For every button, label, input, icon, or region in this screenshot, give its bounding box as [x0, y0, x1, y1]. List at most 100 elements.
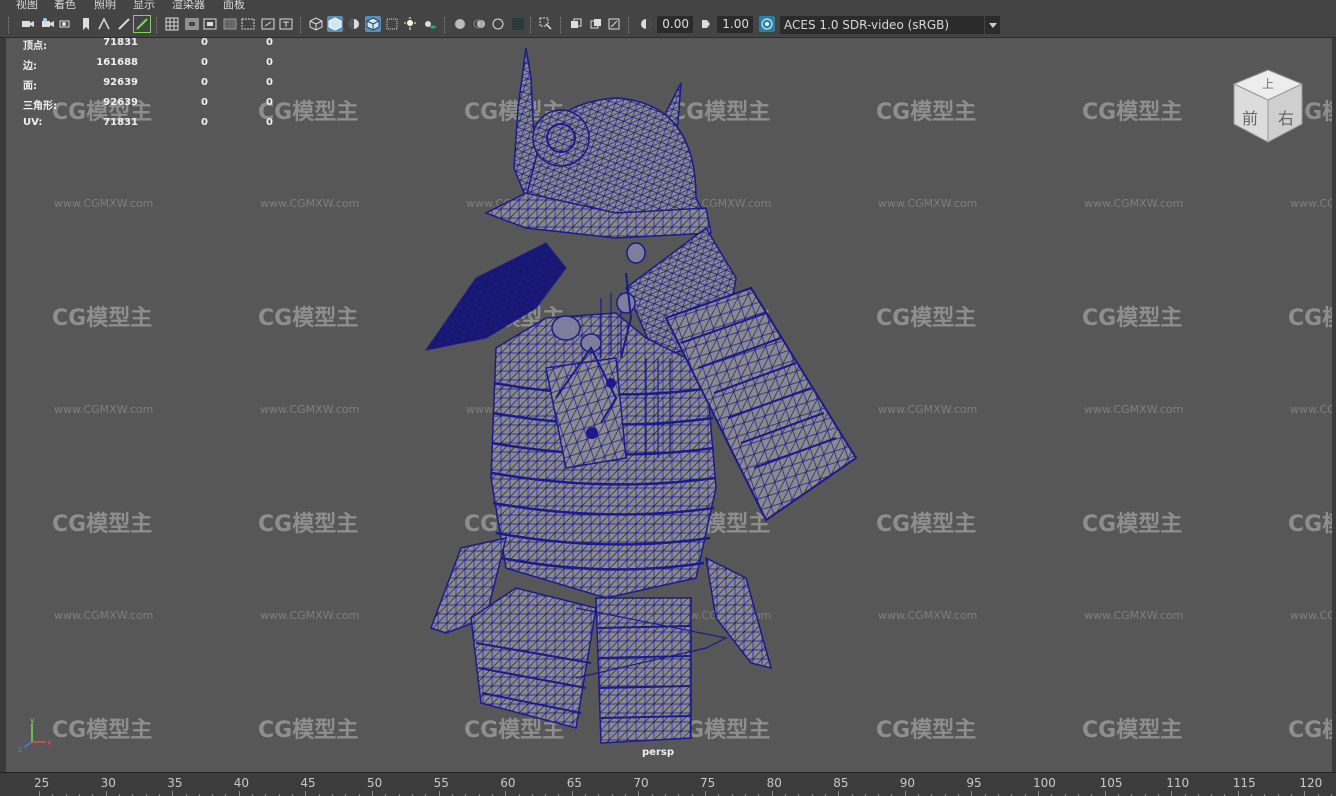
- use-all-lights-icon[interactable]: [402, 16, 418, 32]
- timeline-tick: [1104, 791, 1106, 796]
- timeline-tick: [238, 791, 240, 796]
- chevron-down-icon[interactable]: [984, 16, 1000, 34]
- timeline-tick-label: 75: [700, 776, 716, 790]
- timeline-tick: [971, 791, 973, 796]
- toolbar-separator: [444, 17, 446, 33]
- panel-menu-bar: 视图 着色 照明 显示 渲染器 面板: [0, 0, 1336, 12]
- timeline-tick: [771, 791, 773, 796]
- wireframe-icon[interactable]: [308, 16, 324, 32]
- timeline-tick-label: 30: [100, 776, 116, 790]
- color-space-dropdown[interactable]: ACES 1.0 SDR-video (sRGB): [780, 16, 1000, 34]
- 2d-pan-zoom-icon[interactable]: [133, 15, 151, 33]
- timeline-tick: [1304, 791, 1306, 796]
- toolbar-separator: [300, 17, 302, 33]
- timeline-tick: [1237, 791, 1239, 796]
- timeline-tick-label: 80: [766, 776, 782, 790]
- timeline-tick-label: 65: [566, 776, 583, 790]
- toolbar-separator: [560, 17, 562, 33]
- toolbar-separator: [628, 17, 630, 33]
- axis-gizmo: y x z: [18, 716, 52, 754]
- toolbar-separator: [8, 17, 10, 33]
- timeline-tick-label: 25: [34, 776, 50, 790]
- field-chart-icon[interactable]: [240, 16, 256, 32]
- toolbar-separator: [530, 17, 532, 33]
- timeline-tick: [638, 791, 640, 796]
- xray-icon[interactable]: [384, 16, 400, 32]
- timeline-tick: [1171, 791, 1173, 796]
- timeline-tick-label: 55: [433, 776, 449, 790]
- resolution-gate-icon[interactable]: [202, 16, 218, 32]
- timeline-tick-label: 50: [367, 776, 383, 790]
- timeline-tick: [172, 791, 174, 796]
- timeline-tick-label: 70: [633, 776, 649, 790]
- timeline-tick-label: 40: [233, 776, 250, 790]
- timeline-tick: [1038, 791, 1039, 796]
- color-space-label: ACES 1.0 SDR-video (sRGB): [784, 18, 950, 32]
- depth-of-field-icon[interactable]: [510, 16, 526, 32]
- timeline-tick-label: 45: [300, 776, 316, 790]
- image-plane-icon[interactable]: [96, 16, 112, 32]
- motion-blur-icon[interactable]: [472, 16, 488, 32]
- film-gate-icon[interactable]: [184, 16, 200, 32]
- gamma-icon[interactable]: [698, 16, 714, 32]
- timeline-tick: [705, 791, 706, 796]
- wireframe-on-shaded-icon[interactable]: [365, 16, 381, 32]
- safe-title-icon[interactable]: [278, 16, 294, 32]
- smooth-shade-icon[interactable]: [327, 16, 343, 32]
- exposure-icon[interactable]: [638, 16, 654, 32]
- panel-toolbar: 0.00 1.00 ACES 1.0 SDR-video (sRGB): [0, 12, 1336, 38]
- timeline-tick: [105, 791, 107, 796]
- camera-name-label: persp: [642, 747, 674, 758]
- isolate-select-icon[interactable]: [538, 16, 554, 32]
- timeline-tick-label: 85: [833, 776, 849, 790]
- timeline-tick: [571, 791, 573, 796]
- timeline-tick-label: 90: [899, 776, 916, 790]
- xray-joints-icon[interactable]: [568, 16, 584, 32]
- menu-lighting[interactable]: 照明: [94, 0, 116, 12]
- backface-culling-icon[interactable]: [606, 16, 622, 32]
- timeline-tick: [305, 791, 307, 796]
- viewcube-front-label: 前: [1242, 109, 1258, 128]
- grid-icon[interactable]: [164, 16, 180, 32]
- exposure-field[interactable]: 0.00: [657, 16, 693, 33]
- timeline-tick: [505, 791, 507, 796]
- gate-mask-icon[interactable]: [222, 16, 238, 32]
- timeline-tick: [838, 791, 840, 796]
- anti-aliasing-icon[interactable]: [490, 16, 506, 32]
- timeline-tick: [438, 791, 440, 796]
- menu-shading[interactable]: 着色: [54, 0, 76, 12]
- samurai-armor-wireframe-model[interactable]: [6, 38, 1332, 772]
- xray-active-components-icon[interactable]: [588, 16, 604, 32]
- gamma-field[interactable]: 1.00: [717, 16, 753, 33]
- bookmark-icon[interactable]: [78, 16, 94, 32]
- timeline-tick-label: 35: [167, 776, 183, 790]
- viewcube-right-label: 右: [1278, 109, 1294, 128]
- grease-pencil-icon[interactable]: [116, 16, 132, 32]
- menu-view[interactable]: 视图: [16, 0, 38, 12]
- screen-space-ao-icon[interactable]: [452, 16, 468, 32]
- axis-y-label: y: [30, 716, 35, 725]
- 3d-viewport[interactable]: CG模型主 www.CGMXW.com CG模型主 www.CGMXW.com CG模型…: [6, 38, 1332, 772]
- default-material-icon[interactable]: [346, 16, 362, 32]
- select-camera-icon[interactable]: [20, 16, 36, 32]
- bookmark-camera-icon[interactable]: [58, 16, 74, 32]
- menu-panels[interactable]: 面板: [223, 0, 245, 12]
- timeline-tick-label: 105: [1099, 776, 1123, 790]
- axis-z-label: z: [18, 745, 22, 754]
- shadows-icon[interactable]: [422, 16, 438, 32]
- maya-window: 视图 着色 照明 显示 渲染器 面板 0.00 1.00 ACES 1.0 SD…: [0, 0, 1336, 796]
- color-management-icon[interactable]: [759, 16, 775, 32]
- toolbar-separator: [156, 17, 158, 33]
- timeline-tick-label: 60: [500, 776, 516, 790]
- timeline-tick-label: 110: [1166, 776, 1190, 790]
- menu-renderer[interactable]: 渲染器: [172, 0, 205, 12]
- axis-x-label: x: [47, 738, 52, 747]
- time-slider[interactable]: 25 30 35 40 45 50 55 60 65 70 75 80 85 90 95 100 105 110 1…: [0, 772, 1336, 796]
- safe-action-icon[interactable]: [260, 16, 276, 32]
- menu-show[interactable]: 显示: [133, 0, 155, 12]
- camera-attributes-icon[interactable]: [40, 16, 56, 32]
- timeline-tick-label: 95: [966, 776, 982, 790]
- timeline-tick: [39, 791, 40, 796]
- timeline-tick-label: 120: [1299, 776, 1323, 790]
- view-cube[interactable]: 上 前 右: [1228, 66, 1308, 146]
